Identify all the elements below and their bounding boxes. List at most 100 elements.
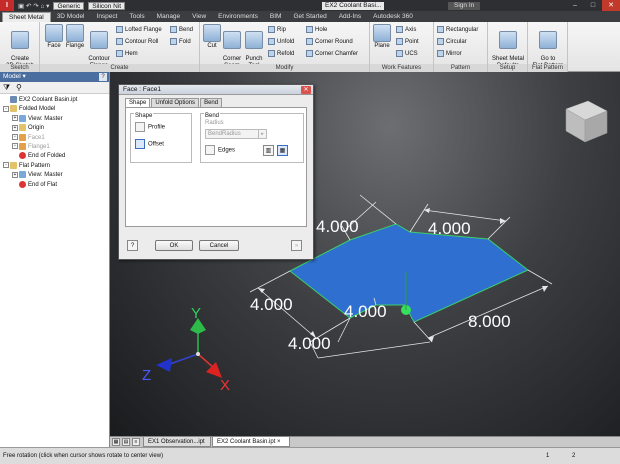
browser-node[interactable]: + Origin — [0, 124, 109, 133]
tab-autodesk-360[interactable]: Autodesk 360 — [367, 12, 419, 22]
mirror-button[interactable]: Mirror — [437, 50, 462, 59]
sign-in-button[interactable]: Sign In — [448, 1, 481, 10]
profile-option[interactable]: Profile — [135, 122, 165, 133]
filter-icon[interactable]: ⧩ — [3, 83, 10, 93]
point-button[interactable]: Point — [396, 38, 419, 47]
browser-node[interactable]: End of Folded — [0, 152, 109, 161]
tab-add-ins[interactable]: Add-Ins — [333, 12, 367, 22]
browser-node[interactable]: + View: Master — [0, 171, 109, 180]
expander-icon[interactable]: - — [3, 162, 9, 169]
bend-extension-alt-icon[interactable]: ▦ — [277, 145, 288, 156]
bend-icon — [170, 26, 177, 33]
contour-flange-button[interactable]: Contour Flange — [86, 24, 112, 69]
dim-left-side[interactable]: 4.000 — [250, 295, 293, 314]
browser-node[interactable]: - Flat Pattern — [0, 161, 109, 171]
cascade-icon[interactable]: ▤ — [122, 438, 130, 446]
tile-icon[interactable]: ▦ — [112, 438, 120, 446]
expander-icon[interactable]: + — [12, 124, 18, 131]
browser-close-icon[interactable]: ? — [99, 73, 107, 81]
plane-button[interactable]: Plane — [372, 24, 392, 50]
offset-option[interactable]: Offset — [135, 139, 164, 150]
tab-close-icon[interactable]: × — [277, 439, 281, 445]
edges-option[interactable]: Edges — [205, 145, 235, 156]
tab-3d-model[interactable]: 3D Model — [51, 12, 91, 22]
refold-button[interactable]: Refold — [268, 50, 294, 59]
tab-bim[interactable]: BIM — [264, 12, 288, 22]
sheet-metal-defaults-button[interactable]: Sheet Metal Defaults — [490, 24, 526, 69]
dim-bottom[interactable]: 4.000 — [288, 334, 331, 353]
doc-tab-ex2[interactable]: EX2 Coolant Basin.ipt × — [212, 437, 290, 447]
bend-button[interactable]: Bend — [170, 26, 193, 35]
lofted-flange-button[interactable]: Lofted Flange — [116, 26, 162, 35]
chevron-right-icon[interactable]: ▸ — [258, 130, 266, 138]
rectangular-pattern-button[interactable]: Rectangular — [437, 26, 478, 35]
tab-inspect[interactable]: Inspect — [91, 12, 124, 22]
dim-right-bottom[interactable]: 8.000 — [468, 312, 511, 331]
axis-button[interactable]: Axis — [396, 26, 416, 35]
quick-access-toolbar[interactable]: ▣ ↶ ↷ ⌂ ▾ — [18, 2, 49, 10]
tab-get-started[interactable]: Get Started — [287, 12, 332, 22]
tab-tools[interactable]: Tools — [123, 12, 150, 22]
hem-button[interactable]: Hem — [116, 50, 138, 59]
expander-icon[interactable]: + — [12, 134, 18, 141]
browser-node[interactable]: EX2 Coolant Basin.ipt — [0, 96, 109, 105]
doc-tab-ex1[interactable]: EX1 Observation...ipt — [143, 437, 211, 447]
browser-node[interactable]: + View: Master — [0, 114, 109, 124]
dim-top-right[interactable]: 4.000 — [428, 219, 471, 238]
expander-icon[interactable]: - — [3, 105, 9, 112]
browser-title[interactable]: Model — [3, 73, 21, 80]
material-combo[interactable]: Silicon Nit — [88, 1, 126, 10]
unfold-button[interactable]: Unfold — [268, 38, 294, 47]
expand-dialog-icon[interactable]: » — [291, 240, 302, 251]
binoculars-icon[interactable]: ⚲ — [16, 83, 22, 92]
cancel-button[interactable]: Cancel — [199, 240, 239, 251]
browser-node[interactable]: - Folded Model — [0, 105, 109, 114]
minimize-icon[interactable]: – — [566, 0, 584, 11]
fold-button[interactable]: Fold — [170, 38, 191, 47]
expander-icon[interactable]: + — [12, 115, 18, 122]
view-cube[interactable] — [565, 100, 608, 143]
hole-button[interactable]: Hole — [306, 26, 327, 35]
browser-node-label: View: Master — [28, 115, 63, 122]
browser-node[interactable]: + Flange1 — [0, 142, 109, 152]
help-icon[interactable]: ? — [127, 240, 138, 251]
rip-button[interactable]: Rip — [268, 26, 286, 35]
appearance-combo[interactable]: Generic — [53, 1, 85, 10]
ucs-button[interactable]: UCS — [396, 50, 418, 59]
tab-view[interactable]: View — [186, 12, 212, 22]
dialog-titlebar[interactable]: Face : Face1 ✕ — [119, 85, 313, 95]
create-2d-sketch-button[interactable]: Create 2D Sketch — [4, 24, 36, 69]
tab-manage[interactable]: Manage — [151, 12, 187, 22]
corner-chamfer-button[interactable]: Corner Chamfer — [306, 50, 358, 59]
work-features-group-label: Work Features — [370, 64, 433, 72]
contour-roll-button[interactable]: Contour Roll — [116, 38, 158, 47]
cut-button[interactable]: Cut — [203, 24, 221, 50]
circular-pattern-button[interactable]: Circular — [437, 38, 467, 47]
tab-bend[interactable]: Bend — [200, 98, 223, 107]
z-axis-label: Z — [142, 367, 151, 384]
close-icon[interactable]: ✕ — [602, 0, 620, 11]
expander-icon[interactable]: + — [12, 143, 18, 150]
go-to-flat-pattern-button[interactable]: Go to Flat Pattern — [530, 24, 566, 69]
bend-extension-icon[interactable]: ▥ — [263, 145, 274, 156]
dim-top-left[interactable]: 4.000 — [316, 217, 359, 236]
dim-notch[interactable]: 4.000 — [344, 302, 387, 321]
bend-radius-combo[interactable]: BendRadius ▸ — [205, 129, 267, 139]
corner-seam-button[interactable]: Corner Seam — [221, 24, 243, 69]
expander-icon[interactable]: + — [12, 171, 18, 178]
tab-unfold-options[interactable]: Unfold Options — [151, 98, 200, 107]
punch-tool-button[interactable]: Punch Tool — [243, 24, 265, 69]
ok-button[interactable]: OK — [155, 240, 193, 251]
tab-sheet-metal[interactable]: Sheet Metal — [2, 12, 51, 22]
tab-list-icon[interactable]: ≡ — [132, 438, 140, 446]
tab-environments[interactable]: Environments — [212, 12, 264, 22]
browser-node[interactable]: End of Flat — [0, 180, 109, 190]
maximize-icon[interactable]: □ — [584, 0, 602, 11]
dialog-close-icon[interactable]: ✕ — [301, 86, 311, 94]
app-logo-icon[interactable]: I — [0, 0, 14, 11]
flange-button[interactable]: Flange — [64, 24, 86, 50]
face-button[interactable]: Face — [44, 24, 64, 50]
corner-round-button[interactable]: Corner Round — [306, 38, 353, 47]
browser-node[interactable]: + Face1 — [0, 133, 109, 143]
